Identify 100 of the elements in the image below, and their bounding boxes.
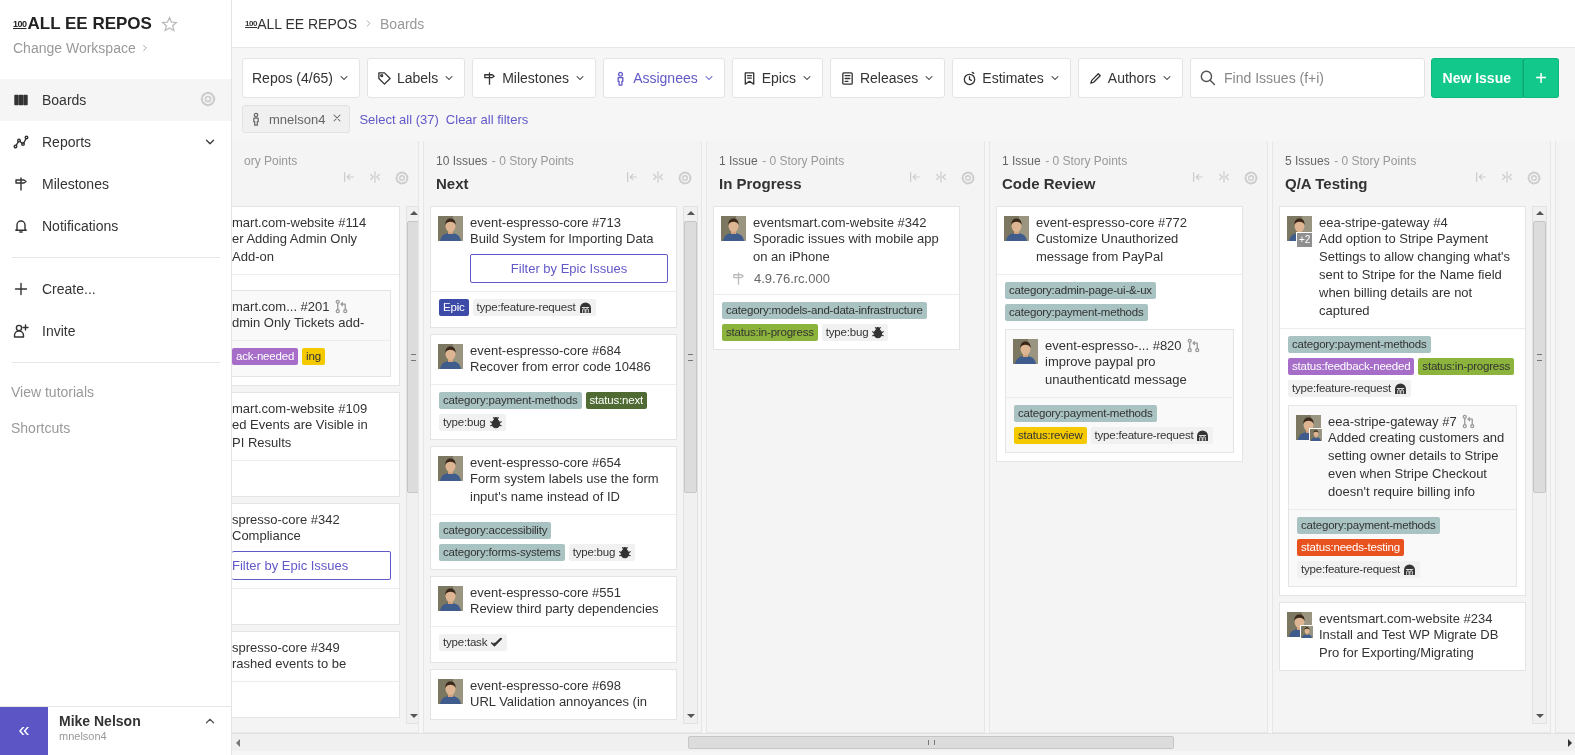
issue-card[interactable]: event-espresso-core #698 URL Validation annoyances (in [430,669,677,720]
split-column-icon[interactable] [1217,170,1231,184]
issue-reference[interactable]: mart.com... #201 [232,299,330,314]
issue-reference[interactable]: event-espresso-core #698 [470,678,622,693]
issue-label[interactable]: status:review [1014,427,1087,444]
settings-icon[interactable] [677,170,693,186]
issue-card[interactable]: spresso-core #349 rashed events to be [232,631,400,718]
issue-reference[interactable]: event-espresso-... #820 [1045,338,1182,353]
issue-reference[interactable]: mart.com-website #114 [232,215,367,230]
issue-title: Build System for Importing Data [470,230,655,248]
issue-card[interactable]: spresso-core #342 Compliance Filter by Epic Issues [232,503,400,625]
issue-reference[interactable]: event-espresso-core #713 [470,215,622,230]
issue-label[interactable]: type:bug [568,544,636,561]
sidebar-item[interactable]: Create... [0,268,231,310]
issue-label[interactable]: status:feedback-needed [1288,358,1415,375]
scrollbar[interactable] [232,733,1575,751]
split-column-icon[interactable] [1500,170,1514,184]
issue-reference[interactable]: spresso-core #349 [232,640,340,655]
issue-label[interactable]: status:in-progress [722,324,818,341]
settings-icon[interactable] [1526,170,1542,186]
linked-issue-card[interactable]: mart.com... #201 dmin Only Tickets add- ack-needed ing [232,290,391,377]
issue-label[interactable]: category:payment-methods [1297,517,1440,534]
breadcrumb-link[interactable]: ALL EE REPOS [257,15,357,32]
filter-link[interactable]: Clear all filters [445,111,529,127]
split-column-icon[interactable] [368,170,382,184]
filter-link[interactable]: Select all (37) [359,111,439,127]
collapse-column-icon[interactable] [1191,170,1205,184]
filter-dropdown[interactable]: Estimates [952,58,1071,98]
issue-label[interactable]: type:feature-request [472,299,596,316]
settings-icon[interactable] [199,89,217,108]
issue-label[interactable]: status:next [585,392,647,409]
settings-icon[interactable] [960,170,976,186]
filter-dropdown[interactable]: Authors [1077,58,1184,98]
issue-reference[interactable]: event-espresso-core #772 [1036,215,1188,230]
issue-reference[interactable]: eventsmart.com-website #234 [1319,611,1493,626]
issue-card[interactable]: event-espresso-core #713 Build System for Importing Data Filter by Epic Issues Epic type:feature-request [430,206,677,328]
filter-dropdown[interactable]: Releases [829,58,946,98]
issue-card[interactable]: mart.com-website #114 er Adding Admin Only Add-on mart.com... #201 dmin Only Tickets add- ack-needed ing [232,206,400,386]
issue-label[interactable]: type:bug [821,324,889,341]
issue-label[interactable]: type:task [439,634,508,651]
issue-card[interactable]: event-espresso-core #551 Review third party dependencies type:task [430,576,677,663]
sidebar-item[interactable]: Notifications [0,205,231,247]
issue-label[interactable]: status:needs-testing [1297,539,1404,556]
issue-label[interactable]: category:accessibility [439,522,552,539]
issue-reference[interactable]: eea-stripe-gateway #7 [1328,414,1457,429]
issue-reference[interactable]: mart.com-website #109 [232,401,368,416]
issue-label[interactable]: status:in-progress [1418,358,1515,375]
issue-label[interactable]: Epic [439,299,469,316]
linked-issue-card[interactable]: event-espresso-... #820 improve paypal pro unauthenticatd message category:payment-methods status:review type:feature-request [1005,329,1234,453]
issue-card[interactable]: event-espresso-core #654 Form system labels use the form input's name instead of ID category:accessibility category:forms-systems type:bug [430,446,677,570]
issue-reference[interactable]: spresso-core #342 [232,512,340,527]
issue-card[interactable]: mart.com-website #109 ed Events are Visible in PI Results [232,392,400,497]
issue-label[interactable]: category:payment-methods [1288,336,1431,353]
scrollbar[interactable] [406,206,418,724]
issue-card[interactable]: eventsmart.com-website #342 Sporadic issues with mobile app on an iPhone 4.9.76.rc.000 category:models-and-data-infrastructure status:in-progress type:bug [713,206,960,350]
issue-label[interactable]: type:feature-request [1090,427,1214,444]
collapse-sidebar-button[interactable]: « [0,707,48,755]
sidebar-item[interactable]: Boards [0,79,231,121]
issue-label[interactable]: type:feature-request [1288,380,1411,397]
filter-dropdown[interactable]: Milestones [472,58,597,98]
issue-label[interactable]: category:admin-page-ui-&-ux [1005,282,1156,299]
issue-reference[interactable]: event-espresso-core #654 [470,455,622,470]
filter-dropdown[interactable]: Repos (4/65) [242,58,360,98]
collapse-column-icon[interactable] [908,170,922,184]
sidebar-item[interactable]: Reports [0,121,231,163]
split-column-icon[interactable] [651,170,665,184]
sidebar-item[interactable]: Milestones [0,163,231,205]
issue-card[interactable] [1279,206,1526,596]
issue-reference[interactable]: event-espresso-core #684 [470,343,622,358]
sidebar-item[interactable]: Invite [0,310,231,352]
settings-icon[interactable] [1243,170,1259,186]
issue-reference[interactable]: eea-stripe-gateway #4 [1319,215,1448,230]
issue-card[interactable] [996,206,1243,462]
scrollbar[interactable] [1532,206,1547,724]
issue-card[interactable]: event-espresso-core #684 Recover from error code 10486 category:payment-methods status:next type:bug [430,334,677,440]
linked-issue-card[interactable] [1288,405,1517,587]
issue-label[interactable]: type:bug [439,414,506,431]
collapse-column-icon[interactable] [625,170,639,184]
issue-label[interactable]: type:feature-request [1297,561,1420,578]
issue-reference[interactable]: event-espresso-core #551 [470,585,622,600]
collapse-column-icon[interactable] [1474,170,1488,184]
filter-dropdown[interactable]: Epics [731,58,823,98]
filter-by-epic-button[interactable]: Filter by Epic Issues [470,254,668,283]
collapse-column-icon[interactable] [342,170,356,184]
issue-label[interactable]: category:payment-methods [439,392,582,409]
issue-label[interactable]: category:forms-systems [439,544,565,561]
issue-label[interactable]: ing [302,348,325,365]
scrollbar[interactable] [683,206,698,724]
settings-icon[interactable] [394,170,410,186]
issue-label[interactable]: category:payment-methods [1014,405,1157,422]
star-icon[interactable] [160,15,178,33]
issue-label[interactable]: category:models-and-data-infrastructure [722,302,927,319]
filter-dropdown[interactable]: Assignees [603,58,725,98]
issue-reference[interactable]: eventsmart.com-website #342 [753,215,927,230]
split-column-icon[interactable] [934,170,948,184]
issue-label[interactable]: ack-needed [232,348,299,365]
filter-dropdown[interactable]: Labels [366,58,466,98]
search-field[interactable]: Find Issues (f+i) [1190,58,1425,98]
filter-by-epic-button[interactable]: Filter by Epic Issues [232,551,391,580]
issue-label[interactable]: category:payment-methods [1005,304,1148,321]
